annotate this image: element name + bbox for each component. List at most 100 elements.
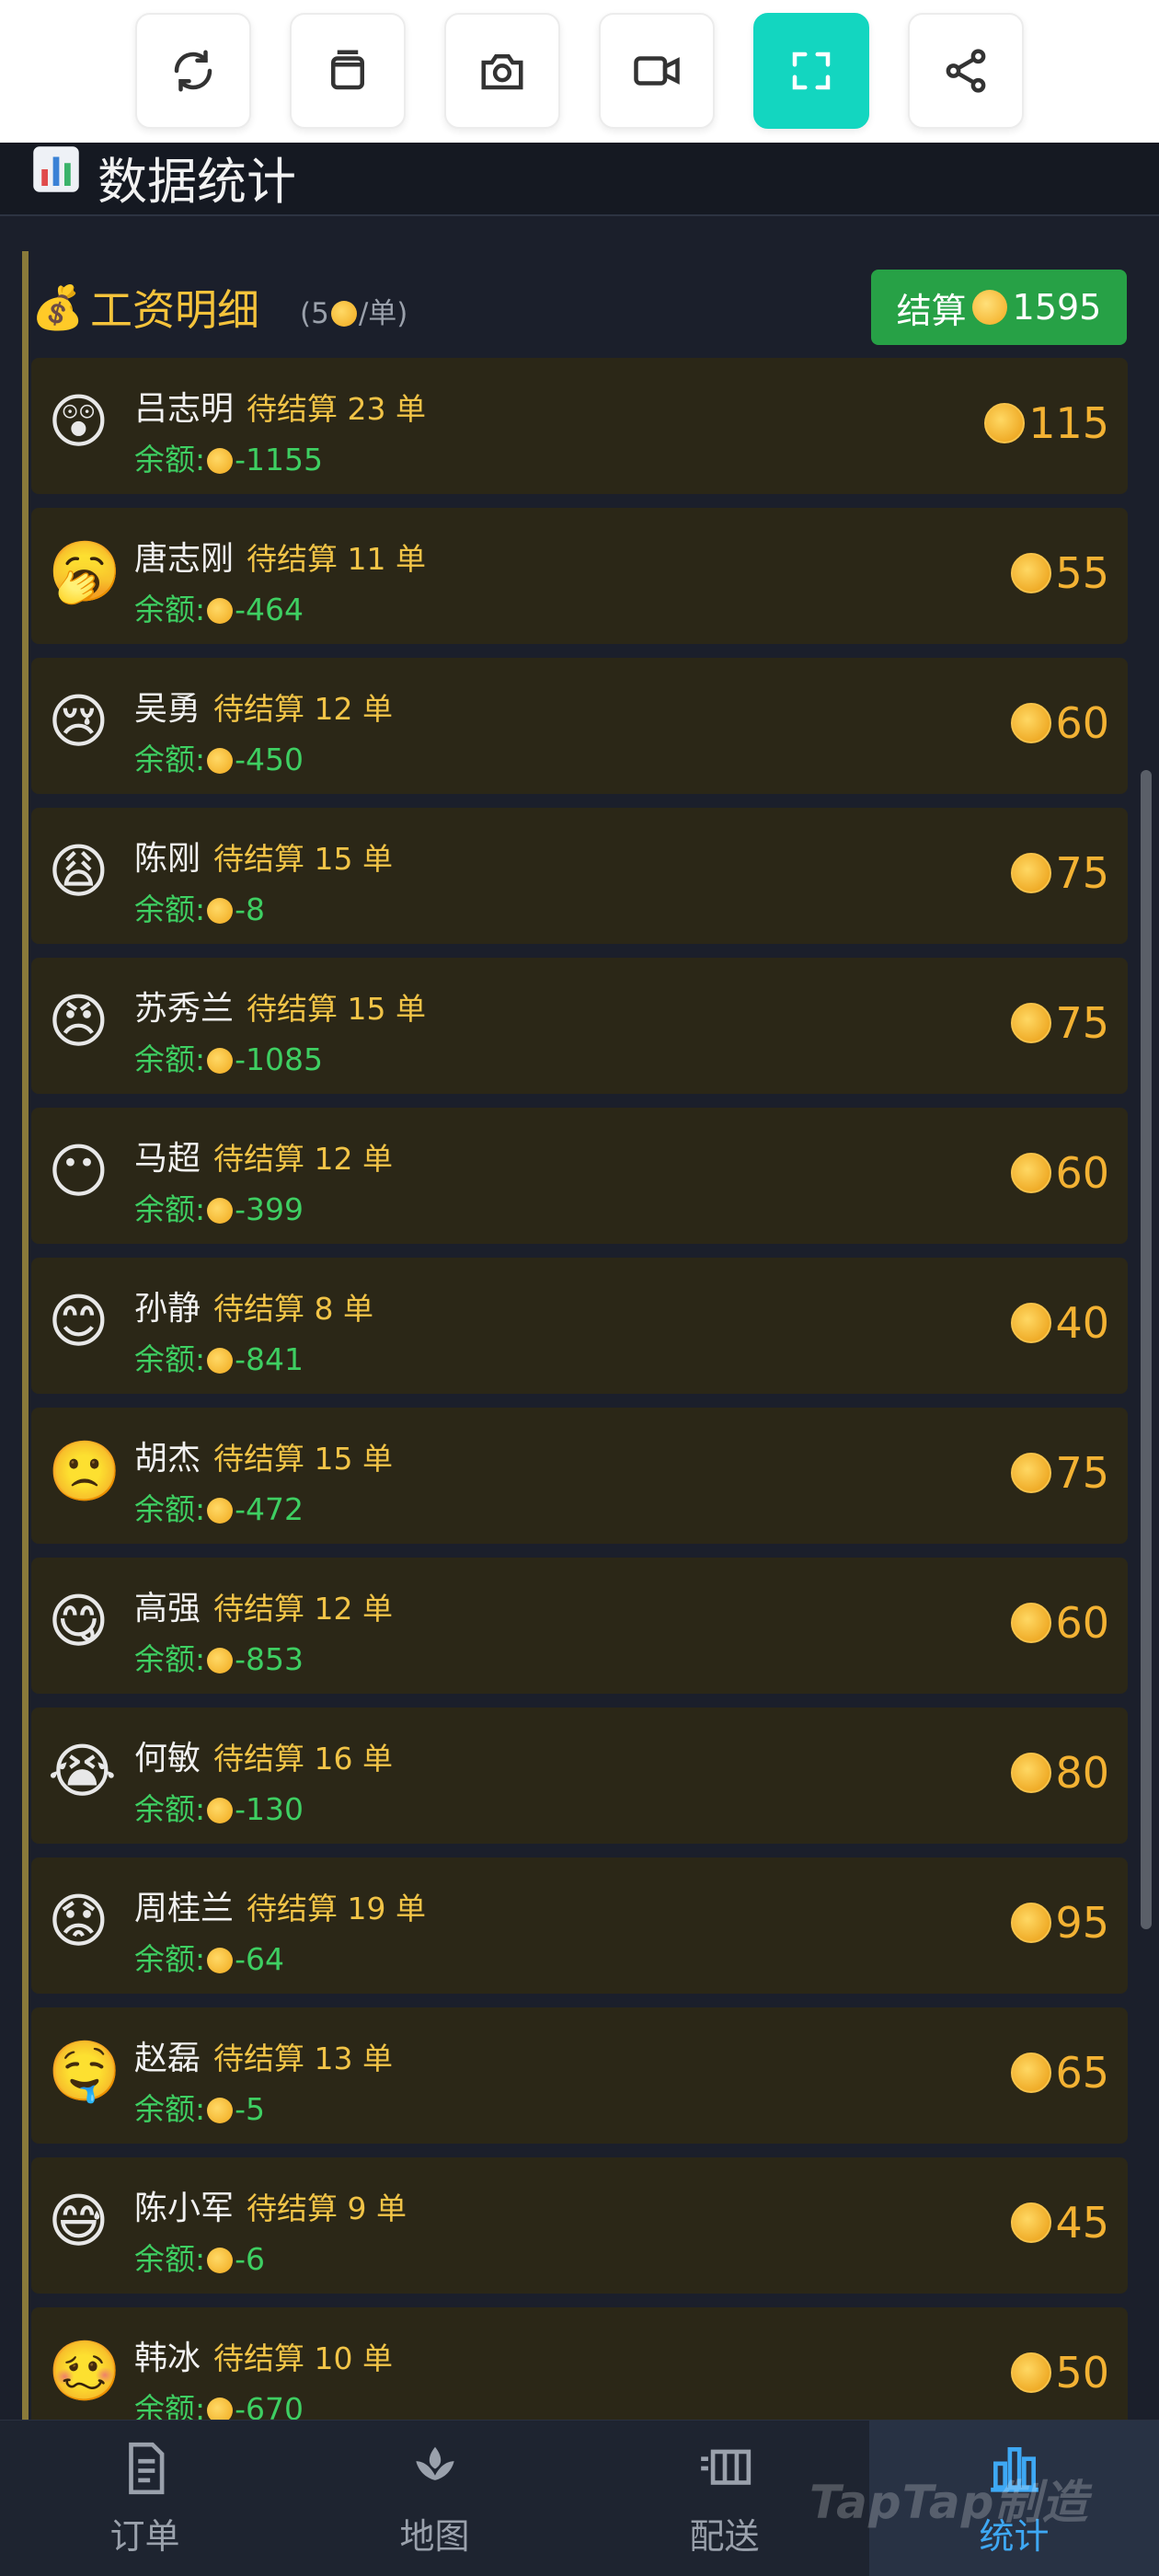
avatar-emoji: 🥱 [48, 538, 121, 606]
stats-content[interactable]: 💰 工资明细 (5/单) 结算 1595 😲 吕志明 待结算 23 单余额: -115… [0, 218, 1159, 2420]
salary-amount[interactable]: 75 [1011, 1448, 1109, 1498]
worker-name-line: 马超 待结算 12 单 [134, 1132, 393, 1179]
screenshot-button[interactable] [444, 13, 560, 129]
salary-amount[interactable]: 40 [1011, 1298, 1109, 1348]
nav-item-orders[interactable]: 订单 [0, 2421, 290, 2576]
worker-name: 何敏 [134, 1740, 201, 1777]
balance-value: -6 [235, 2241, 266, 2277]
refresh-button[interactable] [135, 13, 251, 129]
worker-row[interactable]: 😟 周桂兰 待结算 19 单余额: -64 95 [31, 1857, 1128, 1994]
worker-name: 苏秀兰 [134, 990, 235, 1028]
worker-name: 唐志刚 [134, 540, 235, 578]
settle-all-button[interactable]: 结算 1595 [871, 270, 1127, 345]
avatar-emoji: 😟 [48, 1888, 109, 1956]
salary-amount[interactable]: 115 [984, 398, 1109, 448]
coin-icon [207, 1348, 234, 1374]
balance-label: 余额: [134, 1941, 206, 1977]
watermark: TapTap制造 [809, 2476, 1089, 2529]
salary-amount[interactable]: 75 [1011, 998, 1109, 1048]
balance-label: 余额: [134, 1641, 206, 1677]
coin-icon [1011, 553, 1052, 593]
rate-per-order: (5/单) [300, 290, 407, 331]
pending-orders: 待结算 12 单 [213, 691, 393, 727]
coin-icon [971, 290, 1007, 325]
avatar-emoji: 😩 [48, 838, 109, 906]
worker-name-line: 高强 待结算 12 单 [134, 1581, 393, 1629]
worker-name-line: 赵磊 待结算 13 单 [134, 2031, 393, 2079]
screen-toolbar [0, 0, 1159, 143]
salary-amount[interactable]: 65 [1011, 2048, 1109, 2098]
worker-row[interactable]: 😋 高强 待结算 12 单余额: -853 60 [31, 1558, 1128, 1694]
salary-amount[interactable]: 55 [1011, 548, 1109, 598]
nav-label: 地图 [399, 2515, 470, 2557]
balance-label: 余额: [134, 2391, 206, 2420]
worker-row[interactable]: 🙁 胡杰 待结算 15 单余额: -472 75 [31, 1408, 1128, 1544]
salary-value: 75 [1055, 998, 1109, 1048]
salary-value: 75 [1055, 1448, 1109, 1498]
coin-icon [1011, 1003, 1052, 1043]
share-button[interactable] [908, 13, 1024, 129]
balance-label: 余额: [134, 1341, 206, 1377]
balance-value: -399 [235, 1191, 304, 1227]
record-button[interactable] [599, 13, 715, 129]
worker-row[interactable]: 😠 苏秀兰 待结算 15 单余额: -1085 75 [31, 958, 1128, 1094]
worker-name-line: 陈小军 待结算 9 单 [134, 2181, 407, 2229]
balance-label: 余额: [134, 2241, 206, 2277]
worker-row[interactable]: 😲 吕志明 待结算 23 单余额: -1155 115 [31, 358, 1128, 494]
worker-row[interactable]: 🥱 唐志刚 待结算 11 单余额: -464 55 [31, 508, 1128, 644]
salary-amount[interactable]: 60 [1011, 1598, 1109, 1648]
worker-row[interactable]: 😊 孙静 待结算 8 单余额: -841 40 [31, 1258, 1128, 1394]
worker-name: 胡杰 [134, 1440, 201, 1478]
refresh-icon [174, 50, 212, 92]
worker-row[interactable]: 😢 吴勇 待结算 12 单余额: -450 60 [31, 658, 1128, 794]
balance-value: -450 [235, 742, 304, 777]
camera-icon [481, 54, 523, 90]
page-title: 数据统计 [98, 153, 296, 211]
worker-name-line: 吴勇 待结算 12 单 [134, 682, 393, 730]
scrollbar[interactable] [1141, 770, 1152, 1929]
page-header: 数据统计 [0, 143, 1159, 216]
salary-amount[interactable]: 45 [1011, 2198, 1109, 2248]
nav-label: 订单 [109, 2515, 180, 2557]
balance-line: 余额: -5 [134, 2085, 265, 2129]
balance-line: 余额: -399 [134, 1185, 304, 1229]
salary-value: 50 [1055, 2348, 1109, 2398]
salary-amount[interactable]: 60 [1011, 1148, 1109, 1198]
balance-label: 余额: [134, 891, 206, 927]
balance-label: 余额: [134, 1491, 206, 1527]
salary-amount[interactable]: 50 [1011, 2348, 1109, 2398]
pending-orders: 待结算 8 单 [213, 1291, 373, 1327]
coin-icon [1011, 2202, 1052, 2243]
balance-value: -64 [235, 1941, 285, 1977]
worker-row[interactable]: 🥴 韩冰 待结算 10 单余额: -670 50 [31, 2307, 1128, 2420]
worker-list: 😲 吕志明 待结算 23 单余额: -1155 115 🥱 唐志刚 待结算 11 单余额: -4… [31, 358, 1128, 2420]
salary-amount[interactable]: 95 [1011, 1898, 1109, 1948]
balance-line: 余额: -1155 [134, 435, 323, 479]
worker-name: 吴勇 [134, 690, 201, 728]
salary-amount[interactable]: 60 [1011, 698, 1109, 748]
worker-row[interactable]: 🤤 赵磊 待结算 13 单余额: -5 65 [31, 2007, 1128, 2144]
nav-item-map[interactable]: 地图 [290, 2421, 580, 2576]
coin-icon [1011, 2053, 1052, 2093]
copy-button[interactable] [290, 13, 406, 129]
coin-icon [207, 1498, 234, 1524]
worker-row[interactable]: 😶 马超 待结算 12 单余额: -399 60 [31, 1108, 1128, 1244]
worker-row[interactable]: 😅 陈小军 待结算 9 单余额: -6 45 [31, 2157, 1128, 2294]
video-camera-icon [634, 56, 680, 86]
balance-label: 余额: [134, 1791, 206, 1827]
worker-name-line: 韩冰 待结算 10 单 [134, 2331, 393, 2379]
worker-name: 陈刚 [134, 840, 201, 878]
bar-chart-icon [33, 146, 79, 192]
worker-row[interactable]: 😭 何敏 待结算 16 单余额: -130 80 [31, 1708, 1128, 1844]
fullscreen-button[interactable] [753, 13, 869, 129]
coin-icon [207, 1198, 234, 1224]
coin-icon [207, 2398, 234, 2420]
copy-icon [331, 50, 364, 90]
worker-name-line: 苏秀兰 待结算 15 单 [134, 982, 426, 1029]
balance-line: 余额: -450 [134, 735, 304, 779]
avatar-emoji: 😠 [48, 988, 109, 1056]
salary-amount[interactable]: 80 [1011, 1748, 1109, 1798]
worker-row[interactable]: 😩 陈刚 待结算 15 单余额: -8 75 [31, 808, 1128, 944]
worker-name: 孙静 [134, 1290, 201, 1328]
salary-amount[interactable]: 75 [1011, 848, 1109, 898]
